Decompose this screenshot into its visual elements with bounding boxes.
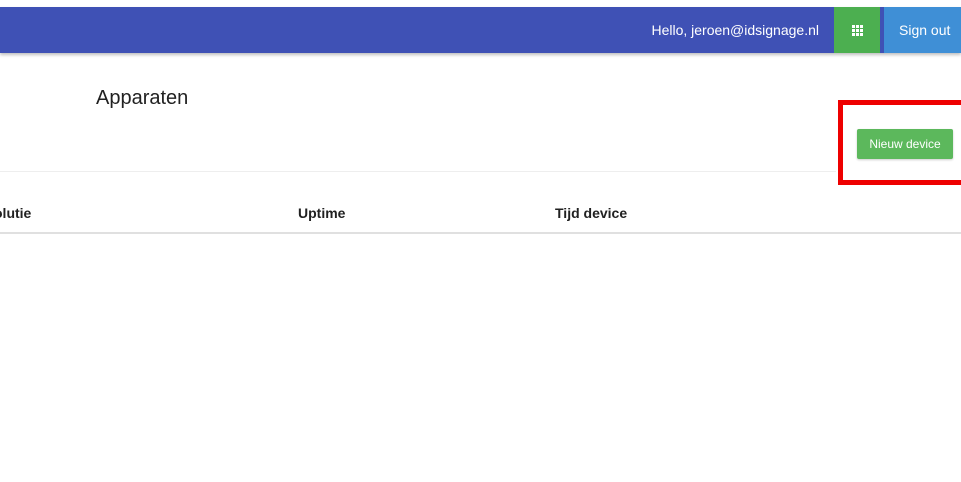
page-title: Apparaten [96, 87, 189, 109]
apps-grid-icon [851, 24, 863, 36]
new-device-button[interactable]: Nieuw device [857, 129, 953, 159]
top-navbar: Hello, jeroen@idsignage.nl Sign out [0, 7, 961, 53]
section-divider [0, 171, 836, 172]
column-header-resolution[interactable]: olutie [0, 196, 31, 230]
sign-out-button[interactable]: Sign out [884, 7, 961, 53]
table-header-border [0, 232, 961, 234]
apps-button[interactable] [834, 7, 880, 53]
column-header-device-time[interactable]: Tijd device [555, 196, 627, 230]
table-header-row: olutie Uptime Tijd device [0, 196, 961, 232]
user-greeting: Hello, jeroen@idsignage.nl [651, 22, 819, 38]
cropped-top-strip [0, 0, 961, 7]
column-header-uptime[interactable]: Uptime [298, 196, 345, 230]
